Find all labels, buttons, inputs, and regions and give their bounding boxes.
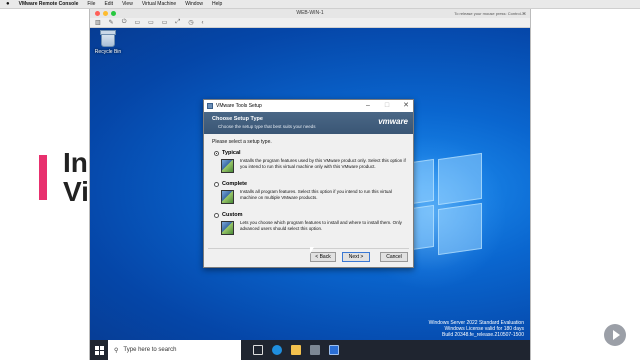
maximize-icon[interactable]: □ [382,101,392,111]
slide-accent-bar [39,155,47,200]
option-label[interactable]: Custom [222,212,242,218]
setup-type-icon [221,190,234,204]
next-button[interactable]: Next > [342,252,370,262]
search-placeholder: Type here to search [123,347,177,353]
dialog-titlebar[interactable]: VMware Tools Setup – □ ✕ [204,100,413,112]
search-icon: ⚲ [114,347,119,354]
option-custom[interactable]: Custom Lets you choose which program fea… [212,211,405,242]
menu-edit[interactable]: Edit [104,1,113,7]
network-icon[interactable]: ▭ [134,19,140,26]
option-description: Lets you choose which program features t… [240,220,402,231]
vmware-tools-setup-dialog: VMware Tools Setup – □ ✕ Choose Setup Ty… [203,99,414,268]
mac-menu-bar: ● VMware Remote Console File Edit View V… [0,0,640,9]
menu-window[interactable]: Window [185,1,203,7]
dialog-title: VMware Tools Setup [216,103,262,109]
setup-prompt: Please select a setup type. [212,139,272,145]
menu-virtual-machine[interactable]: Virtual Machine [142,1,176,7]
setup-type-icon [221,221,234,235]
windows-start-icon [94,345,104,355]
vm-toolbar: ▥ ✎ ⏻ ▭ ▭ ▭ ⤢ ◷ ‹ [90,18,530,28]
display-icon[interactable]: ▭ [162,19,168,26]
taskbar: ⚲ Type here to search [90,340,530,360]
library-icon[interactable]: ▥ [95,19,101,26]
recycle-bin-label: Recycle Bin [94,49,122,55]
installer-icon [207,103,213,109]
file-explorer-icon[interactable] [291,345,301,355]
edge-icon[interactable] [272,345,282,355]
back-icon[interactable]: ‹ [202,20,204,26]
settings-icon[interactable]: ✎ [109,19,114,26]
button-divider [208,248,409,249]
cancel-button[interactable]: Cancel [380,252,408,262]
task-view-icon[interactable] [253,345,263,355]
menu-help[interactable]: Help [212,1,222,7]
vmware-tools-setup-icon[interactable] [329,345,339,355]
option-complete[interactable]: Complete Installs all program features. … [212,180,405,211]
dialog-banner: Choose Setup Type Choose the setup type … [204,112,413,134]
close-icon[interactable]: ✕ [401,101,411,111]
radio-complete[interactable] [214,182,219,187]
setup-type-icon [221,159,234,173]
fullscreen-icon[interactable]: ⤢ [175,19,180,26]
watermark-line: Build 20348.fe_release.210507-1500 [441,332,524,338]
snapshot-icon[interactable]: ◷ [188,19,193,26]
screen: In Vi ● VMware Remote Console File Edit … [0,0,640,360]
power-icon[interactable]: ⏻ [122,19,127,26]
usb-icon[interactable]: ▭ [148,19,154,26]
option-label[interactable]: Typical [222,150,241,156]
option-label[interactable]: Complete [222,181,247,187]
mouse-cursor [310,247,314,254]
recycle-bin[interactable]: Recycle Bin [94,30,122,55]
start-button[interactable] [90,340,108,360]
app-menu[interactable]: VMware Remote Console [19,1,79,7]
option-description: Installs the program features used by th… [240,158,406,169]
window-titlebar[interactable]: WEB-WIN-1 To release your mouse press: C… [90,9,530,18]
dialog-buttons: < Back Next > Cancel [204,252,413,263]
radio-custom[interactable] [214,213,219,218]
menu-file[interactable]: File [87,1,95,7]
recycle-bin-icon [100,30,116,47]
option-typical[interactable]: Typical Installs the program features us… [212,149,406,180]
play-icon[interactable] [604,324,626,346]
option-description: Installs all program features. Select th… [240,189,392,200]
slide-title: In Vi [63,147,89,207]
vmware-logo: vmware [378,117,408,126]
menu-view[interactable]: View [122,1,133,7]
apple-icon[interactable]: ● [6,1,10,7]
dialog-body: Please select a setup type. Typical Inst… [204,134,413,242]
server-manager-icon[interactable] [310,345,320,355]
taskbar-search[interactable]: ⚲ Type here to search [108,340,241,360]
license-watermark: Windows Server 2022 Standard Evaluation … [429,320,524,338]
radio-typical[interactable] [214,151,219,156]
release-hint: To release your mouse press: Control-⌘ [454,11,526,16]
minimize-icon[interactable]: – [363,101,373,111]
